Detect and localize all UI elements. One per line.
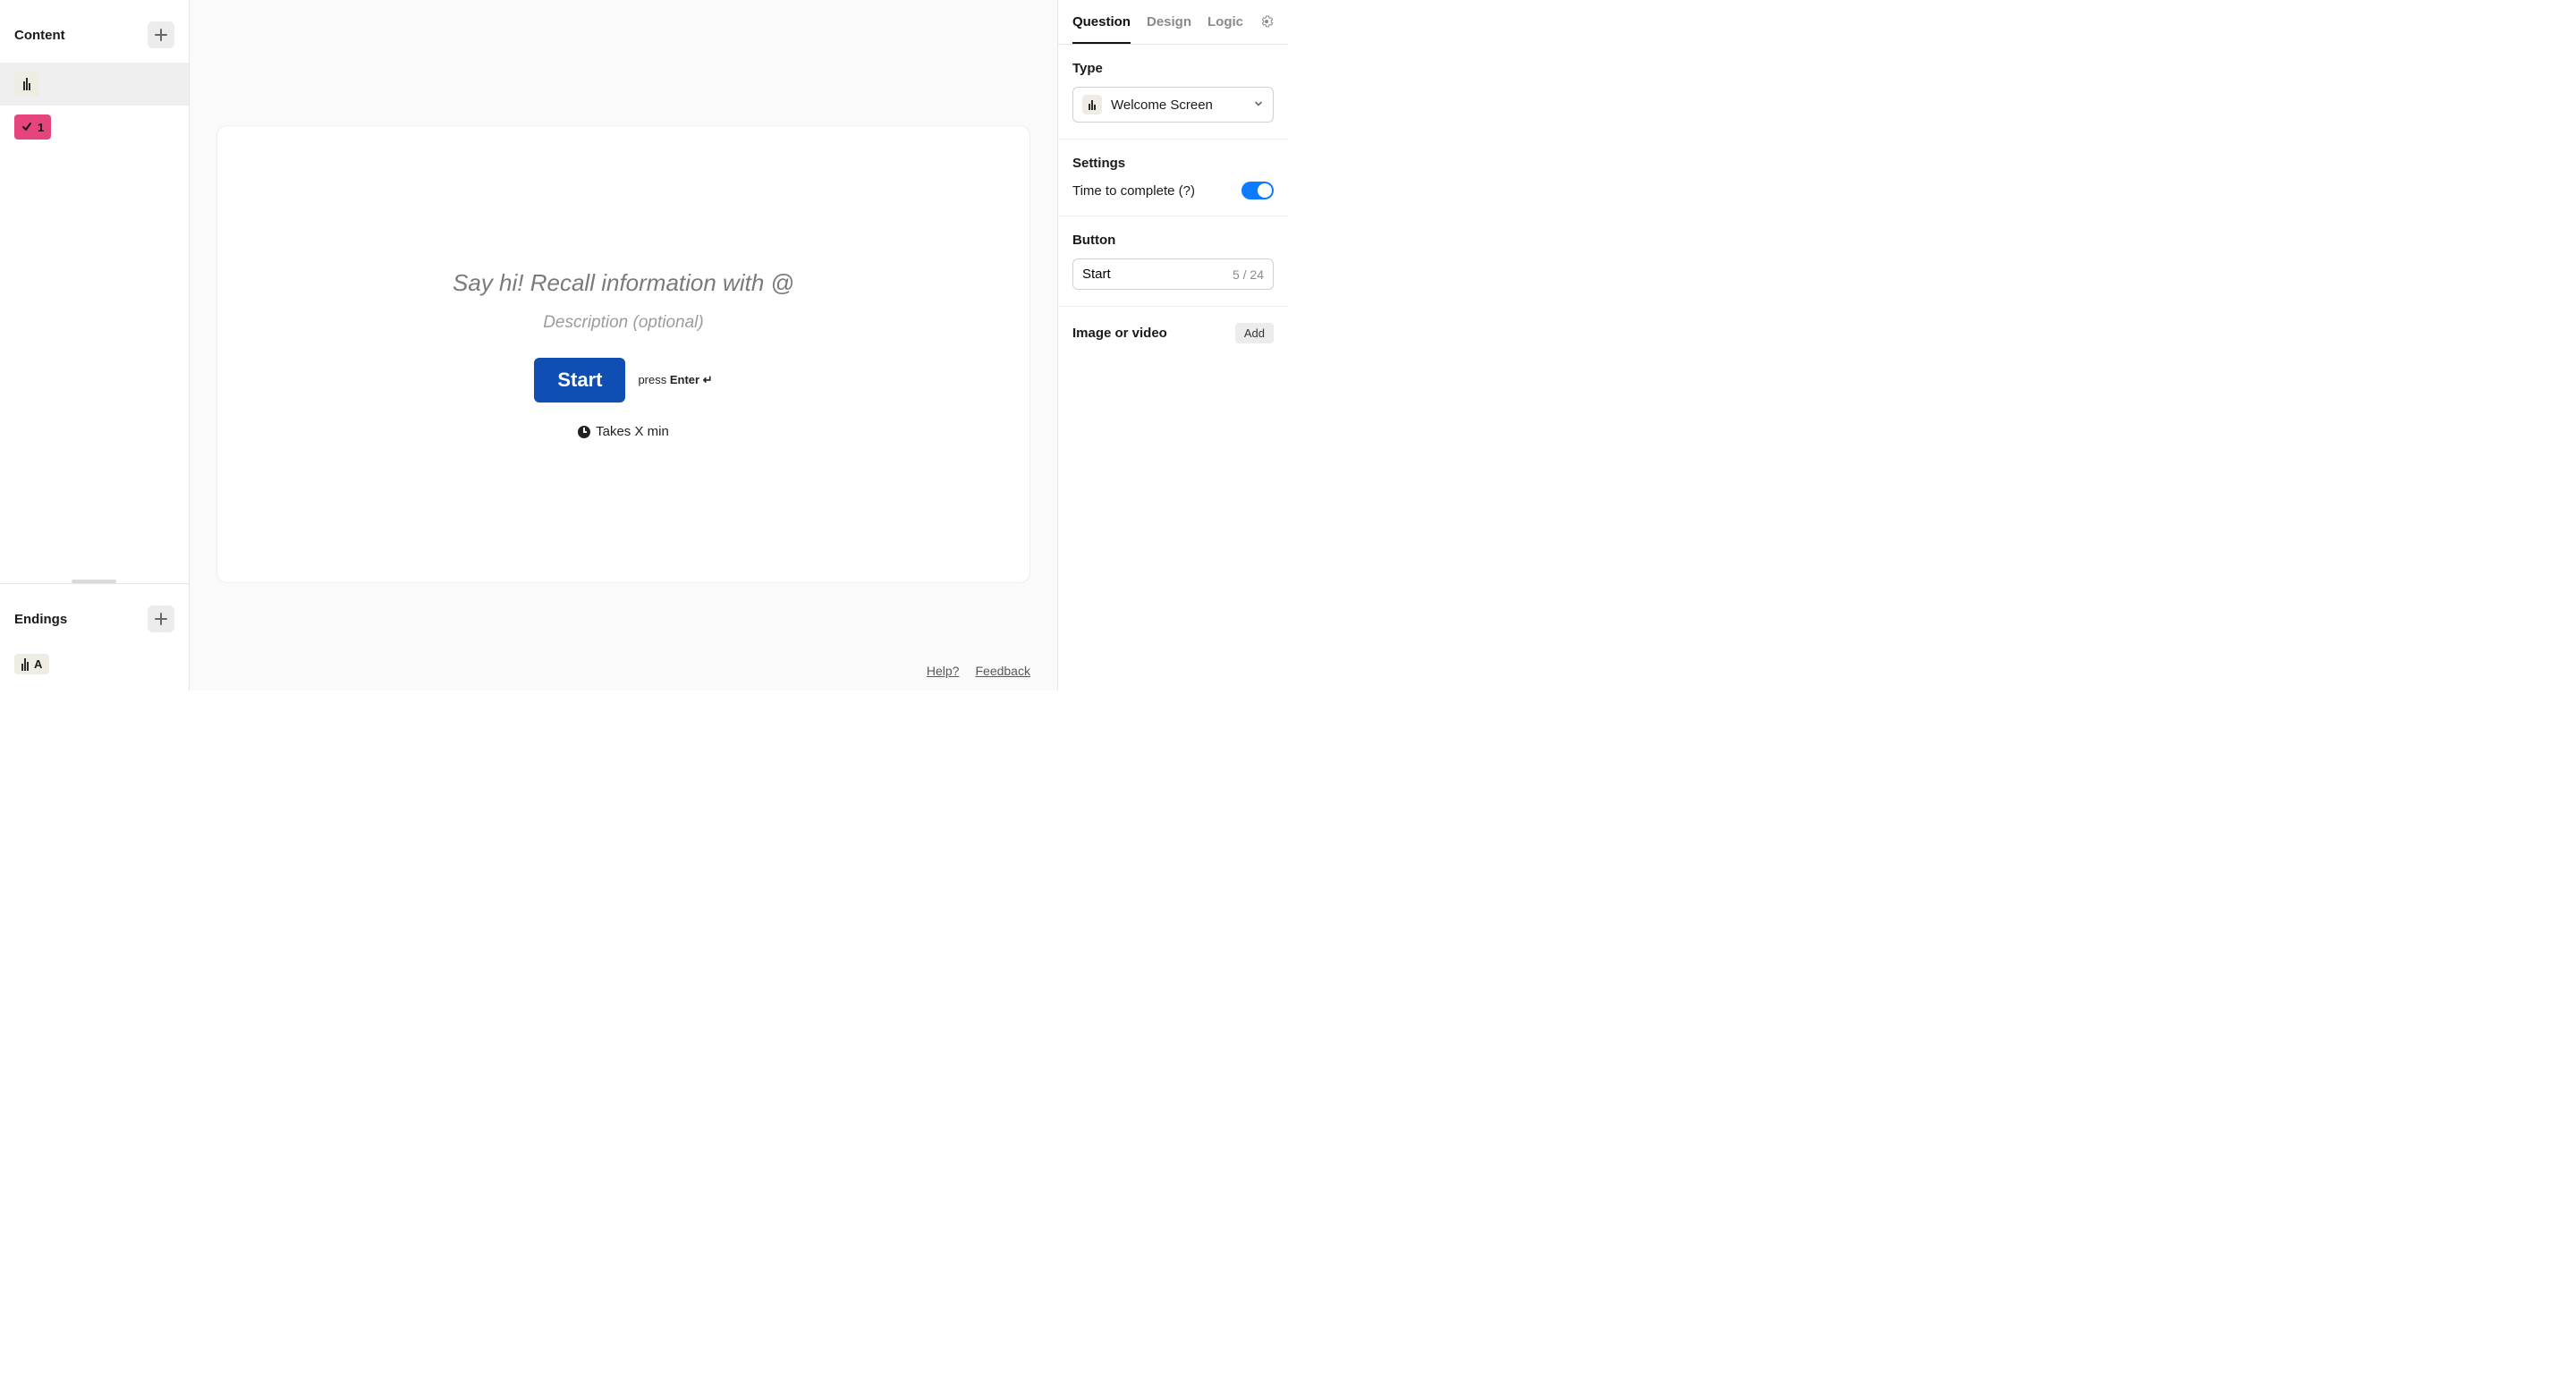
- media-label: Image or video: [1072, 326, 1167, 341]
- settings-label: Settings: [1072, 156, 1274, 171]
- type-label: Type: [1072, 61, 1274, 76]
- welcome-screen-icon: [1082, 95, 1102, 114]
- start-button[interactable]: Start: [534, 358, 625, 402]
- clock-icon: [578, 426, 590, 438]
- tab-logic[interactable]: Logic: [1208, 14, 1243, 44]
- sidebar-item-welcome[interactable]: [0, 63, 189, 106]
- time-to-complete-text: Takes X min: [578, 424, 669, 439]
- tab-question[interactable]: Question: [1072, 14, 1131, 44]
- settings-gear-button[interactable]: [1259, 14, 1274, 44]
- help-link[interactable]: Help?: [927, 664, 960, 678]
- button-label: Button: [1072, 233, 1274, 248]
- gear-icon: [1259, 14, 1274, 29]
- plus-icon: [155, 613, 167, 625]
- sidebar-left: Content 1 Endings: [0, 0, 190, 690]
- welcome-card: Say hi! Recall information with @ Descri…: [216, 125, 1030, 583]
- welcome-description-input[interactable]: Description (optional): [543, 313, 704, 333]
- ending-letter: A: [34, 657, 42, 671]
- time-to-complete-toggle[interactable]: [1241, 182, 1274, 199]
- tab-design[interactable]: Design: [1147, 14, 1191, 44]
- endings-section-title: Endings: [14, 612, 67, 627]
- button-char-count: 5 / 24: [1233, 267, 1264, 282]
- check-icon: [21, 122, 32, 132]
- welcome-screen-icon: [14, 72, 39, 97]
- add-media-button[interactable]: Add: [1235, 323, 1274, 343]
- chevron-down-icon: [1253, 97, 1264, 112]
- plus-icon: [155, 29, 167, 41]
- feedback-link[interactable]: Feedback: [975, 664, 1030, 678]
- question-number: 1: [38, 121, 44, 134]
- press-enter-hint: press Enter ↵: [638, 373, 712, 387]
- type-select-value: Welcome Screen: [1111, 97, 1213, 113]
- sidebar-item-question-1[interactable]: 1: [0, 106, 189, 148]
- time-to-complete-label: Time to complete (?): [1072, 183, 1195, 199]
- question-badge: 1: [14, 114, 51, 140]
- enter-icon: ↵: [703, 373, 713, 386]
- ending-badge: A: [14, 654, 49, 674]
- welcome-title-input[interactable]: Say hi! Recall information with @: [453, 269, 794, 297]
- content-section-title: Content: [14, 28, 65, 43]
- add-ending-button[interactable]: [148, 606, 174, 632]
- button-text-input[interactable]: [1082, 267, 1191, 282]
- sidebar-right: Question Design Logic Type Welcome Scree…: [1057, 0, 1288, 690]
- sidebar-item-ending-a[interactable]: A: [0, 647, 189, 682]
- type-select[interactable]: Welcome Screen: [1072, 87, 1274, 123]
- add-content-button[interactable]: [148, 21, 174, 48]
- canvas-area: Say hi! Recall information with @ Descri…: [190, 0, 1057, 690]
